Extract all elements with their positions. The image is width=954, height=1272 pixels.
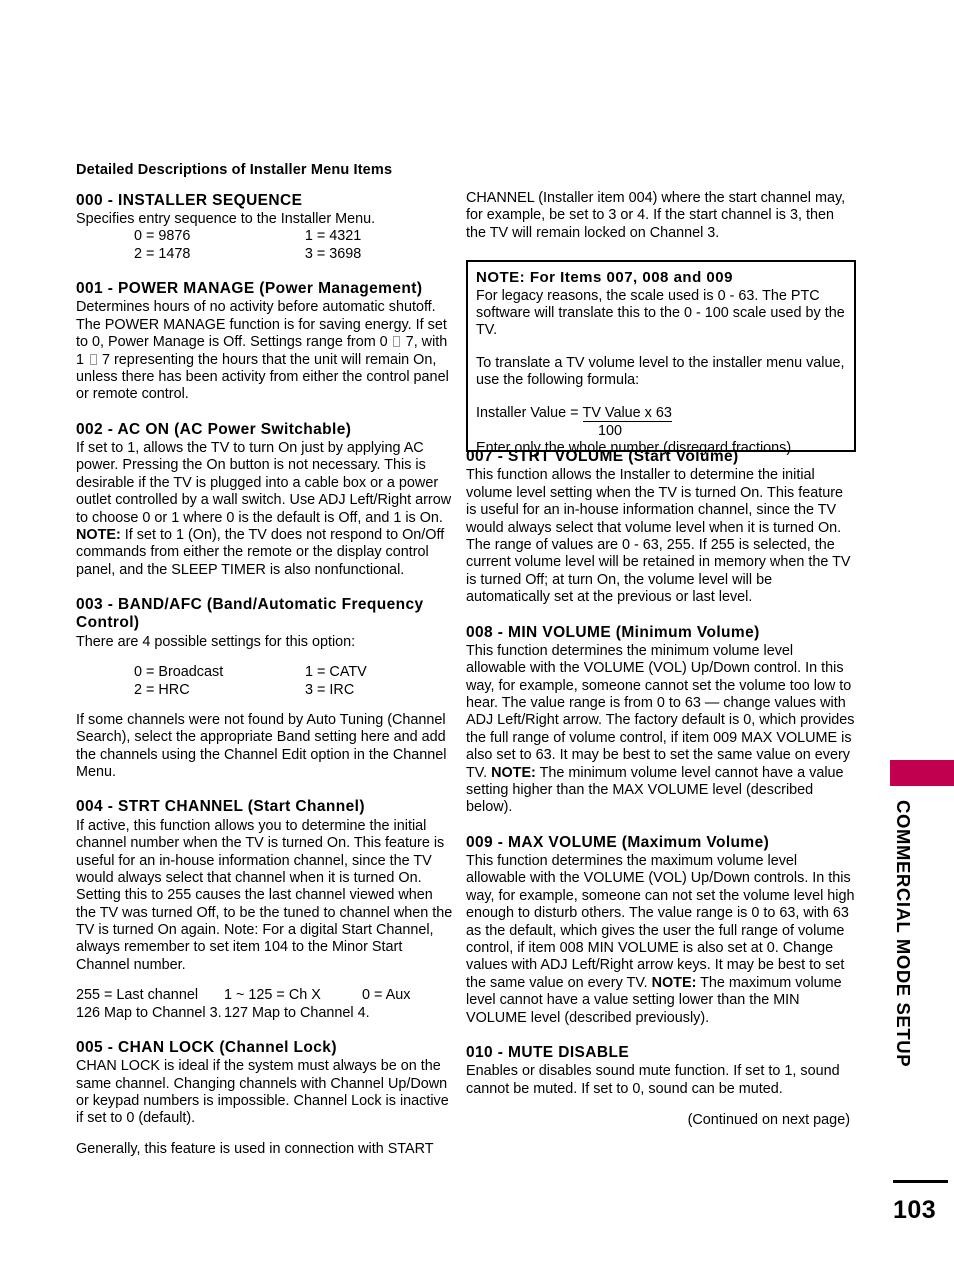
section-body-005-after: Generally, this feature is used in conne… xyxy=(76,1140,434,1157)
section-heading-000: 000 - INSTALLER SEQUENCE xyxy=(76,191,303,209)
section-heading-008: 008 - MIN VOLUME (Minimum Volume) xyxy=(466,623,760,641)
section-body-010: Enables or disables sound mute function.… xyxy=(466,1063,840,1097)
note-text: If set to 1 (On), the TV does not respon… xyxy=(76,526,445,578)
value-cell: 1 = 4321 xyxy=(304,228,362,245)
note-box: NOTE: For Items 007, 008 and 009 For leg… xyxy=(466,260,856,456)
body-text-part: 7 representing the hours that the unit w… xyxy=(76,351,449,403)
value-table-000: 0 = 9876 1 = 4321 2 = 1478 3 = 3698 xyxy=(134,228,454,263)
value-cell: 0 = 9876 xyxy=(134,228,191,245)
section-body-008: This function determines the minimum vol… xyxy=(466,643,856,817)
value-cell: 3 = IRC xyxy=(305,681,355,698)
formula-label: Installer Value = xyxy=(476,404,583,421)
chapter-side-label: COMMERCIAL MODE SETUP xyxy=(893,800,914,1068)
table-row: 255 = Last channel 1 ~ 125 = Ch X 0 = Au… xyxy=(76,987,410,1004)
table-row: 2 = HRC 3 = IRC xyxy=(134,682,454,699)
value-table-004: 255 = Last channel 1 ~ 125 = Ch X 0 = Au… xyxy=(76,987,410,1022)
section-heading-004: 004 - STRT CHANNEL (Start Channel) xyxy=(76,798,365,816)
section-body-000: Specifies entry sequence to the Installe… xyxy=(76,210,376,227)
note-label: NOTE: xyxy=(76,526,121,543)
footer-rule xyxy=(893,1180,948,1183)
section-body-002: If set to 1, allows the TV to turn On ju… xyxy=(76,440,454,579)
page-title: Detailed Descriptions of Installer Menu … xyxy=(76,162,393,178)
body-text-part: Determines hours of no activity before a… xyxy=(76,299,447,351)
value-cell: 126 Map to Channel 3. xyxy=(76,1004,222,1021)
section-heading-010: 010 - MUTE DISABLE xyxy=(466,1043,630,1061)
chapter-tab-marker xyxy=(890,760,954,786)
value-table-003: 0 = Broadcast 1 = CATV 2 = HRC 3 = IRC xyxy=(134,664,454,699)
value-cell: 255 = Last channel xyxy=(76,987,199,1004)
left-column: Detailed Descriptions of Installer Menu … xyxy=(76,162,454,1158)
table-row: 0 = 9876 1 = 4321 xyxy=(134,228,454,245)
missing-glyph-icon xyxy=(89,353,97,365)
section-body-003-after: If some channels were not found by Auto … xyxy=(76,711,447,781)
value-cell: 1 ~ 125 = Ch X xyxy=(224,987,321,1004)
section-heading-001: 001 - POWER MANAGE (Power Management) xyxy=(76,280,423,298)
page-number: 103 xyxy=(893,1196,937,1224)
note-box-para-1: For legacy reasons, the scale used is 0 … xyxy=(476,287,845,339)
section-heading-009: 009 - MAX VOLUME (Maximum Volume) xyxy=(466,833,770,851)
section-heading-003: 003 - BAND/AFC (Band/Automatic Frequency… xyxy=(76,596,424,632)
section-body-005: CHAN LOCK is ideal if the system must al… xyxy=(76,1058,449,1127)
section-body-003: There are 4 possible settings for this o… xyxy=(76,633,356,650)
note-box-para-3: Enter only the whole number (disregard f… xyxy=(476,440,796,457)
body-text: This function determines the minimum vol… xyxy=(466,642,855,781)
section-heading-002: 002 - AC ON (AC Power Switchable) xyxy=(76,420,352,438)
note-label: NOTE: xyxy=(651,974,697,991)
document-page: Detailed Descriptions of Installer Menu … xyxy=(0,0,954,1272)
note-box-para-2: To translate a TV volume level to the in… xyxy=(476,354,845,389)
value-cell: 2 = 1478 xyxy=(134,245,191,262)
note-label: NOTE: xyxy=(491,764,536,781)
formula-numerator: TV Value x 63 xyxy=(582,404,672,422)
body-text: If set to 1, allows the TV to turn On ju… xyxy=(76,440,452,526)
right-column-intro: CHANNEL (Installer item 004) where the s… xyxy=(466,190,846,241)
continued-note: (Continued on next page) xyxy=(687,1112,850,1129)
value-cell: 1 = CATV xyxy=(305,664,367,681)
section-heading-005: 005 - CHAN LOCK (Channel Lock) xyxy=(76,1039,337,1057)
table-row: 126 Map to Channel 3. 127 Map to Channel… xyxy=(76,1005,410,1022)
value-cell: 0 = Broadcast xyxy=(134,664,224,681)
table-row: 0 = Broadcast 1 = CATV xyxy=(134,664,454,681)
value-cell: 3 = 3698 xyxy=(304,245,362,262)
section-body-009: This function determines the maximum vol… xyxy=(466,853,856,1027)
note-box-heading: NOTE: For Items 007, 008 and 009 xyxy=(476,269,733,286)
table-row: 2 = 1478 3 = 3698 xyxy=(134,246,454,263)
note-box-formula: Installer Value = TV Value x 63 100 xyxy=(476,405,846,440)
body-text: This function determines the maximum vol… xyxy=(466,853,855,991)
value-cell: 2 = HRC xyxy=(134,681,190,698)
section-body-007: This function allows the Installer to de… xyxy=(466,467,851,606)
value-cell: 127 Map to Channel 4. xyxy=(224,1004,370,1021)
value-cell: 0 = Aux xyxy=(362,987,411,1004)
missing-glyph-icon xyxy=(393,336,401,348)
section-body-001: Determines hours of no activity before a… xyxy=(76,299,454,403)
section-body-004: If active, this function allows you to d… xyxy=(76,817,453,973)
formula-denominator: 100 xyxy=(598,423,623,440)
